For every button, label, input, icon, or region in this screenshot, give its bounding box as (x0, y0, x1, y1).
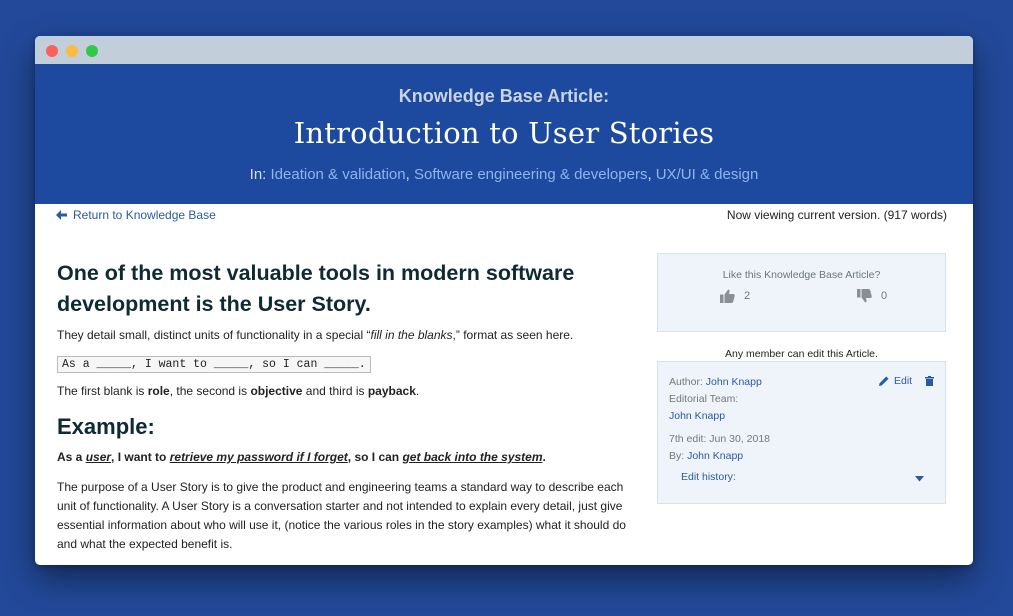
blanks-text: . (415, 384, 420, 398)
category-separator: , (647, 166, 656, 183)
objective-term: objective (250, 384, 303, 398)
arrow-left-icon (56, 210, 67, 220)
example-text: . (542, 450, 546, 464)
article-toolbar: Return to Knowledge Base Now viewing cur… (35, 204, 973, 244)
category-link-ideation[interactable]: Ideation & validation (271, 166, 406, 183)
lead-text-end: ,” format as seen here. (452, 328, 574, 342)
thumbs-up-icon (720, 289, 735, 303)
role-term: role (147, 384, 170, 398)
blanks-text: The first blank is (57, 384, 148, 398)
example-story: As a user, I want to retrieve my passwor… (57, 448, 637, 467)
edit-history-toggle[interactable]: Edit history: (681, 471, 736, 483)
example-role: user (85, 450, 112, 464)
lead-text-start: They detail small, distinct units of fun… (57, 328, 371, 342)
like-button[interactable]: 2 (720, 289, 750, 303)
version-status: Now viewing current version. (917 words) (726, 208, 947, 222)
article-meta-panel: Author: John Knapp Edit Editorial Team: … (657, 361, 946, 504)
edit-article-button[interactable]: Edit (879, 375, 912, 387)
rating-panel: Like this Knowledge Base Article? 2 0 (657, 253, 946, 332)
page-title: Introduction to User Stories (293, 116, 715, 150)
editor-link[interactable]: John Knapp (687, 450, 743, 462)
blanks-explanation: The first blank is role, the second is o… (57, 382, 637, 401)
thumbs-down-icon (857, 289, 872, 303)
browser-window: Knowledge Base Article: Introduction to … (35, 36, 973, 565)
category-separator: , (405, 166, 414, 183)
by-label: By: (669, 450, 688, 462)
in-label: In: (249, 166, 271, 183)
blanks-text: and third is (302, 384, 368, 398)
example-text: , so I can (347, 450, 403, 464)
window-titlebar (35, 36, 973, 64)
author-label: Author: (669, 376, 706, 388)
minimize-window-button[interactable] (66, 45, 78, 57)
category-link-software-engineering[interactable]: Software engineering & developers (414, 166, 647, 183)
editorial-team-member: John Knapp (669, 410, 725, 422)
dislike-button[interactable]: 0 (857, 289, 887, 303)
edit-permission-note: Any member can edit this Article. (725, 348, 878, 360)
example-text: , I want to (111, 450, 170, 464)
article-kicker: Knowledge Base Article: (398, 86, 610, 106)
example-objective: retrieve my password if I forget (169, 450, 348, 464)
blanks-text: , the second is (169, 384, 251, 398)
edited-by-line: By: John Knapp (669, 450, 743, 462)
story-template-code: As a _____, I want to _____, so I can __… (57, 356, 371, 373)
category-list: In: Ideation & validation, Software engi… (35, 166, 973, 183)
example-text: As a (57, 450, 86, 464)
article-header: Knowledge Base Article: Introduction to … (35, 64, 973, 204)
dislike-count: 0 (881, 290, 888, 302)
maximize-window-button[interactable] (86, 45, 98, 57)
back-to-knowledge-base-link[interactable]: Return to Knowledge Base (56, 208, 216, 222)
edit-count: 7th edit: Jun 30, 2018 (669, 433, 770, 445)
payback-term: payback (367, 384, 416, 398)
author-line: Author: John Knapp (669, 376, 762, 388)
like-count: 2 (744, 290, 751, 302)
trash-icon[interactable] (925, 376, 934, 386)
lead-emphasis: fill in the blanks (370, 328, 453, 342)
caret-down-icon[interactable] (915, 476, 924, 482)
editorial-team-label: Editorial Team: (669, 393, 739, 405)
category-link-ux-ui[interactable]: UX/UI & design (656, 166, 759, 183)
example-payback: get back into the system (402, 450, 543, 464)
rating-row: 2 0 (658, 289, 945, 309)
pencil-icon (879, 376, 889, 386)
back-link-label: Return to Knowledge Base (73, 208, 216, 222)
lead-paragraph: They detail small, distinct units of fun… (57, 326, 637, 345)
close-window-button[interactable] (46, 45, 58, 57)
article-body: One of the most valuable tools in modern… (57, 258, 637, 554)
example-heading: Example: (57, 414, 155, 439)
team-member-link[interactable]: John Knapp (669, 410, 725, 422)
rating-prompt: Like this Knowledge Base Article? (722, 269, 881, 281)
article-heading: One of the most valuable tools in modern… (57, 261, 575, 316)
author-link[interactable]: John Knapp (706, 376, 762, 388)
purpose-paragraph: The purpose of a User Story is to give t… (57, 480, 626, 551)
edit-label: Edit (894, 375, 913, 387)
